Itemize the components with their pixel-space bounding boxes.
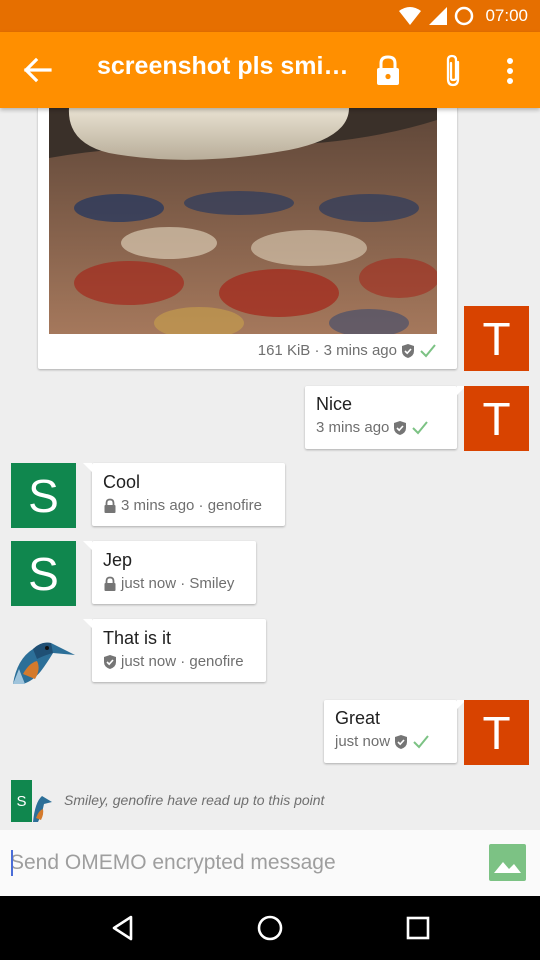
status-bar: 07:00	[0, 0, 540, 32]
message-text: Nice	[316, 394, 353, 414]
composer	[0, 830, 540, 896]
message-meta: just now · genofire	[103, 653, 244, 670]
avatar[interactable]: T	[464, 386, 529, 451]
chat-title[interactable]: screenshot pls smiley	[97, 52, 352, 81]
read-avatar-smiley: S	[11, 780, 32, 822]
kingfisher-avatar[interactable]	[11, 619, 76, 684]
back-triangle-icon[interactable]	[107, 912, 139, 944]
avatar[interactable]: S	[11, 541, 76, 606]
wifi-icon	[399, 7, 422, 25]
paperclip-icon[interactable]	[441, 54, 465, 88]
send-image-button[interactable]	[489, 844, 526, 881]
message-meta: 3 mins ago · genofire	[103, 497, 262, 514]
image-attachment[interactable]	[49, 108, 437, 334]
shield-check-icon	[395, 734, 408, 749]
message-text: Jep	[103, 550, 133, 570]
read-marker-text: Smiley, genofire have read up to this po…	[64, 792, 325, 808]
avatar[interactable]: T	[464, 700, 529, 765]
battery-saver-icon	[455, 6, 474, 26]
message-text: Cool	[103, 472, 141, 492]
lock-icon	[104, 576, 116, 591]
avatar[interactable]: T	[464, 306, 529, 371]
text-cursor	[11, 850, 13, 876]
message-input[interactable]	[10, 844, 470, 882]
check-icon	[412, 420, 429, 434]
message-meta: just now · Smiley	[103, 575, 234, 592]
lock-icon	[104, 498, 116, 513]
message-meta: just now	[335, 733, 430, 750]
shield-check-icon	[402, 343, 414, 358]
shield-check-icon	[394, 420, 407, 435]
read-marker: S Smiley, genofire have read up to this …	[11, 780, 531, 822]
avatar[interactable]: S	[11, 463, 76, 528]
shield-check-icon	[104, 654, 116, 669]
image-icon	[494, 862, 521, 873]
arrow-left-icon[interactable]	[20, 54, 56, 86]
more-vert-icon[interactable]	[500, 54, 520, 88]
message-meta: 3 mins ago	[316, 419, 429, 436]
signal-icon	[429, 7, 448, 25]
message-list[interactable]: 161 KiB · 3 mins ago T Nice 3 mins ago T…	[0, 108, 540, 830]
message-text: Great	[335, 708, 381, 728]
lock-icon[interactable]	[374, 54, 402, 88]
toolbar: screenshot pls smiley	[0, 32, 540, 108]
status-time: 07:00	[485, 6, 528, 25]
message-text: That is it	[103, 628, 172, 648]
system-nav-bar	[0, 896, 540, 960]
check-icon	[420, 343, 436, 357]
home-circle-icon[interactable]	[254, 912, 286, 944]
read-avatar-genofire	[32, 780, 53, 822]
check-icon	[413, 734, 429, 748]
recents-square-icon[interactable]	[402, 912, 434, 944]
message-meta: 161 KiB · 3 mins ago	[258, 342, 437, 359]
